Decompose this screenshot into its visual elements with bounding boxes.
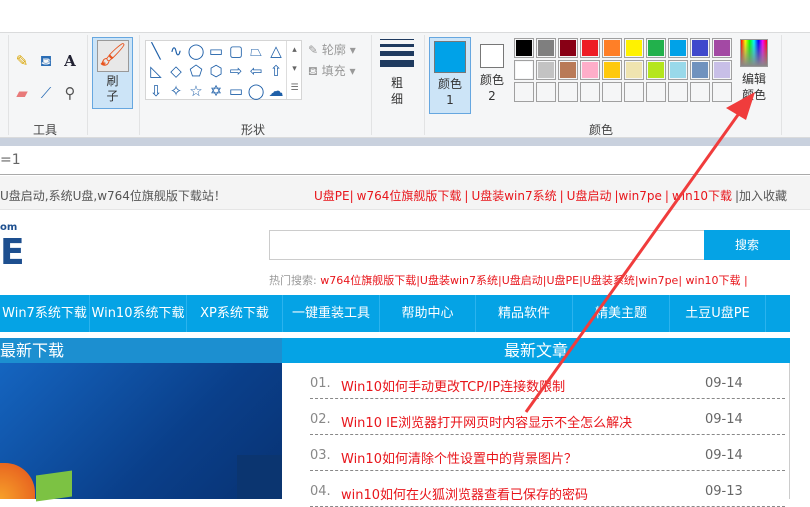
annotation-arrow [524, 92, 755, 413]
arrow-head [726, 92, 755, 120]
arrow-shaft [524, 111, 742, 413]
